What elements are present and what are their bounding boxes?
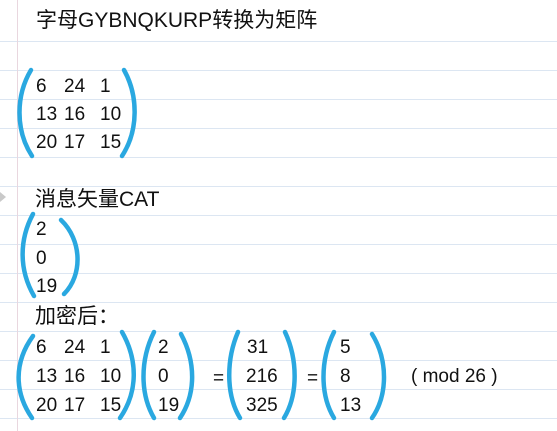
key-matrix-right-bracket: [119, 67, 137, 159]
page-margin-line: [17, 0, 18, 431]
result-vector-left-bracket: [321, 329, 337, 421]
collapse-arrow-icon[interactable]: [0, 192, 6, 202]
key-matrix-r1c3: 1: [100, 76, 111, 97]
result-vector-right-bracket: [369, 331, 387, 421]
encrypt-matrix-r3c3: 15: [100, 395, 122, 416]
result-vector-r2: 8: [340, 366, 351, 387]
key-matrix-r3c1: 20: [36, 132, 58, 153]
key-matrix-r1c2: 24: [64, 76, 86, 97]
message-vector-r1: 2: [36, 219, 47, 240]
encrypt-matrix-r3c2: 17: [64, 395, 86, 416]
key-matrix-left-bracket: [17, 67, 35, 159]
message-vector-r3: 19: [36, 276, 58, 297]
encrypt-heading: 加密后：: [35, 305, 119, 328]
encrypt-vector-left-bracket: [141, 329, 157, 421]
encrypt-vector-r2: 0: [158, 366, 169, 387]
encrypt-matrix-r2c3: 10: [100, 366, 122, 387]
product-vector-r1: 31: [247, 337, 269, 358]
message-vector-right-bracket: [58, 217, 80, 297]
encrypt-vector-r3: 19: [158, 395, 180, 416]
key-matrix-r3c2: 17: [64, 132, 86, 153]
product-vector-r2: 216: [246, 366, 278, 387]
notebook-page: 字母GYBNQKURP转换为矩阵 6 24 1 13 16 10 20 17 1…: [0, 0, 557, 431]
result-vector-r1: 5: [340, 337, 351, 358]
message-vector-r2: 0: [36, 248, 47, 269]
encrypt-matrix-r2c1: 13: [36, 366, 58, 387]
result-vector-r3: 13: [340, 395, 362, 416]
equals-sign-2: =: [307, 368, 319, 389]
key-matrix-r2c2: 16: [64, 104, 86, 125]
key-matrix-r2c1: 13: [36, 104, 58, 125]
encrypt-matrix-right-bracket: [117, 329, 136, 421]
product-vector-right-bracket: [281, 329, 297, 421]
encrypt-matrix-r3c1: 20: [36, 395, 58, 416]
key-matrix-r2c3: 10: [100, 104, 122, 125]
encrypt-matrix-r1c1: 6: [36, 337, 47, 358]
message-vector-left-bracket: [20, 211, 37, 299]
encrypt-matrix-r1c3: 1: [100, 337, 111, 358]
product-vector-r3: 325: [246, 395, 278, 416]
modulus-note: ( mod 26 ): [411, 366, 498, 387]
encrypt-matrix-r1c2: 24: [64, 337, 86, 358]
encrypt-vector-right-bracket: [177, 331, 195, 421]
equals-sign-1: =: [213, 368, 225, 389]
encrypt-matrix-r2c2: 16: [64, 366, 86, 387]
encrypt-matrix-left-bracket: [16, 333, 36, 421]
encrypt-vector-r1: 2: [158, 337, 169, 358]
key-matrix-r1c1: 6: [36, 76, 47, 97]
vector-heading: 消息矢量CAT: [35, 188, 160, 211]
product-vector-left-bracket: [227, 329, 243, 421]
key-matrix-r3c3: 15: [100, 132, 122, 153]
key-heading: 字母GYBNQKURP转换为矩阵: [36, 9, 318, 32]
